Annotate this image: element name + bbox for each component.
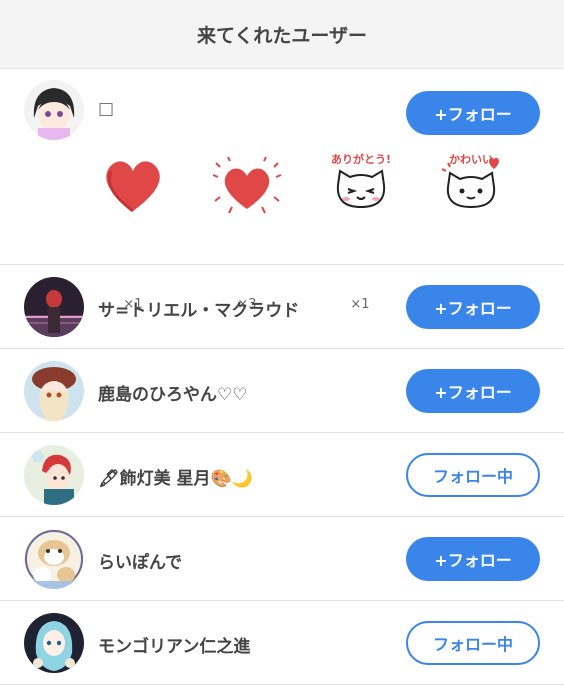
thanks-cat-sticker: ありがとう! <box>326 149 396 215</box>
following-button[interactable]: フォロー中 <box>406 453 540 497</box>
follow-button[interactable]: +フォロー <box>406 537 540 581</box>
svg-text:ありがとう!: ありがとう! <box>331 152 391 166</box>
list-item[interactable]: モンゴリアン仁之進 フォロー中 <box>0 601 564 685</box>
page-title-text: 来てくれたユーザー <box>196 24 368 47</box>
list-item[interactable]: 🖋飾灯美 星月🎨🌙 フォロー中 <box>0 433 564 517</box>
page-title: 来てくれたユーザー <box>0 0 564 69</box>
list-item[interactable]: サ=トリエル・マクラウド +フォロー <box>0 265 564 349</box>
avatar[interactable] <box>24 529 84 589</box>
username: □ <box>98 99 115 119</box>
list-item[interactable]: □ +フォロー ありがとう! かわいい ×1 ×3 ×1 <box>0 69 564 312</box>
cute-cat-sticker: かわいい <box>436 149 506 215</box>
avatar[interactable] <box>24 361 84 421</box>
follow-button[interactable]: +フォロー <box>406 369 540 413</box>
username: 鹿島のひろやん♡♡ <box>98 385 248 405</box>
list-item[interactable]: 鹿島のひろやん♡♡ +フォロー <box>0 349 564 433</box>
username: モンゴリアン仁之進 <box>98 637 251 657</box>
username: らいぽんで <box>98 553 183 573</box>
following-button[interactable]: フォロー中 <box>406 621 540 665</box>
follow-button[interactable]: +フォロー <box>406 91 540 135</box>
heart-icon <box>101 157 165 219</box>
username: サ=トリエル・マクラウド <box>98 301 300 321</box>
avatar[interactable] <box>24 277 84 337</box>
list-item[interactable]: らいぽんで +フォロー <box>0 517 564 601</box>
avatar[interactable] <box>24 80 84 140</box>
avatar[interactable] <box>24 445 84 505</box>
avatar[interactable] <box>24 613 84 673</box>
svg-text:かわいい: かわいい <box>449 153 493 166</box>
username: 🖋飾灯美 星月🎨🌙 <box>98 469 253 489</box>
follow-button[interactable]: +フォロー <box>406 285 540 329</box>
sparkle-heart-icon <box>212 156 282 221</box>
